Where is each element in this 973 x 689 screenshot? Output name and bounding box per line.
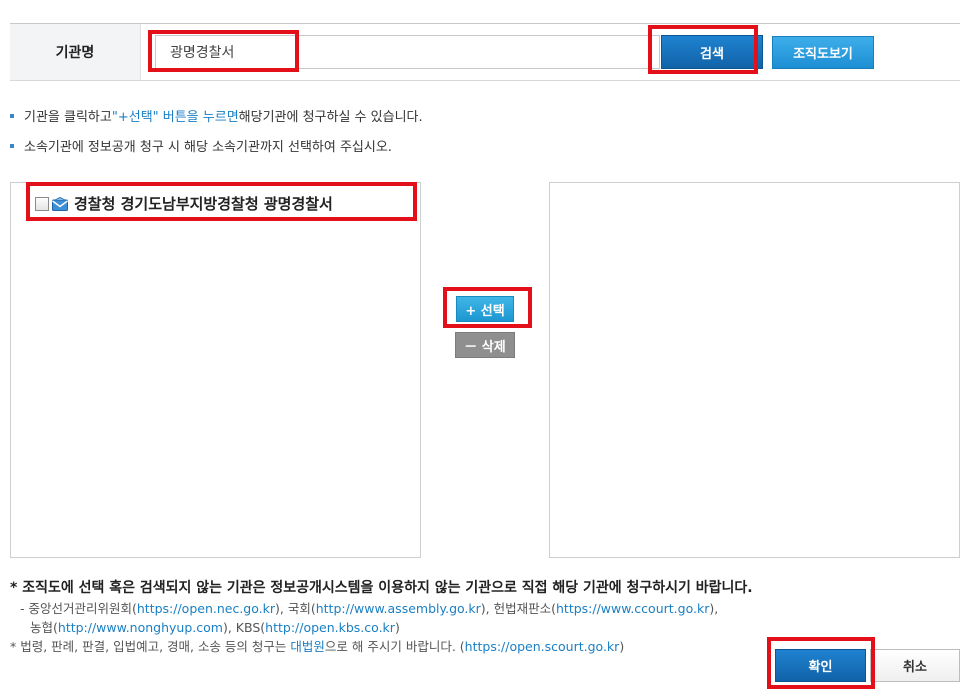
add-selection-button[interactable]: + 선택 <box>456 296 514 322</box>
search-button[interactable]: 검색 <box>661 35 763 69</box>
footer-text: ), <box>709 601 719 616</box>
notice-1-link: "+선택" 버튼을 누르면 <box>111 110 239 125</box>
assembly-link[interactable]: http://www.assembly.go.kr <box>316 601 481 616</box>
selected-org-panel[interactable] <box>549 182 960 558</box>
tree-item-label: 경찰청 경기도남부지방경찰청 광명경찰서 <box>74 195 333 213</box>
footer-text: ) <box>619 639 625 654</box>
remove-selection-button[interactable]: － 삭제 <box>455 332 515 358</box>
notice-1: 기관을 클릭하고 "+선택" 버튼을 누르면 해당기관에 청구하실 수 있습니다… <box>10 106 423 125</box>
nonghyup-link[interactable]: http://www.nonghyup.com <box>58 620 223 635</box>
nec-link[interactable]: https://open.nec.go.kr <box>137 601 275 616</box>
cancel-button[interactable]: 취소 <box>870 649 960 682</box>
scourt-link[interactable]: https://open.scourt.go.kr <box>465 639 620 654</box>
notice-1-before: 기관을 클릭하고 <box>24 110 112 125</box>
notice-1-after: 해당기관에 청구하실 수 있습니다. <box>238 110 423 125</box>
ccourt-link[interactable]: https://www.ccourt.go.kr <box>556 601 709 616</box>
kbs-link[interactable]: http://open.kbs.co.kr <box>265 620 395 635</box>
footer-note-line-2: - 중앙선거관리위원회(https://open.nec.go.kr), 국회(… <box>20 598 718 617</box>
footer-note-main: * 조직도에 선택 혹은 검색되지 않는 기관은 정보공개시스템을 이용하지 않… <box>10 580 753 596</box>
footer-text: ), 국회( <box>275 601 316 616</box>
notice-2: 소속기관에 정보공개 청구 시 해당 소속기관까지 선택하여 주십시오. <box>10 136 392 155</box>
footer-text: 으로 해 주시기 바랍니다. ( <box>324 639 465 654</box>
mail-icon <box>52 196 68 211</box>
footer-text: 농협( <box>30 620 58 635</box>
search-label: 기관명 <box>10 24 141 80</box>
org-chart-button[interactable]: 조직도보기 <box>772 36 874 69</box>
notice-2-text: 소속기관에 정보공개 청구 시 해당 소속기관까지 선택하여 주십시오. <box>24 140 392 155</box>
org-tree-panel[interactable]: 경찰청 경기도남부지방경찰청 광명경찰서 <box>10 182 421 558</box>
search-input[interactable] <box>155 35 660 69</box>
bullet-icon <box>10 113 14 118</box>
footer-note-line-4: * 법령, 판례, 판결, 입법예고, 경매, 소송 등의 청구는 대법원으로 … <box>10 636 624 655</box>
footer-text: - 중앙선거관리위원회( <box>20 601 137 616</box>
footer-text: * 법령, 판례, 판결, 입법예고, 경매, 소송 등의 청구는 <box>10 639 291 654</box>
tree-item[interactable]: 경찰청 경기도남부지방경찰청 광명경찰서 <box>35 193 333 214</box>
confirm-button[interactable]: 확인 <box>775 649 866 682</box>
footer-text: ), KBS( <box>222 620 266 635</box>
supreme-court-link[interactable]: 대법원 <box>290 639 325 654</box>
footer-note-line-3: 농협(http://www.nonghyup.com), KBS(http://… <box>30 617 400 636</box>
footer-text: ), 헌법재판소( <box>480 601 556 616</box>
search-row: 기관명 검색 조직도보기 <box>10 23 960 81</box>
bullet-icon <box>10 143 14 148</box>
tree-item-checkbox[interactable] <box>35 196 49 211</box>
footer-text: ) <box>394 620 400 635</box>
